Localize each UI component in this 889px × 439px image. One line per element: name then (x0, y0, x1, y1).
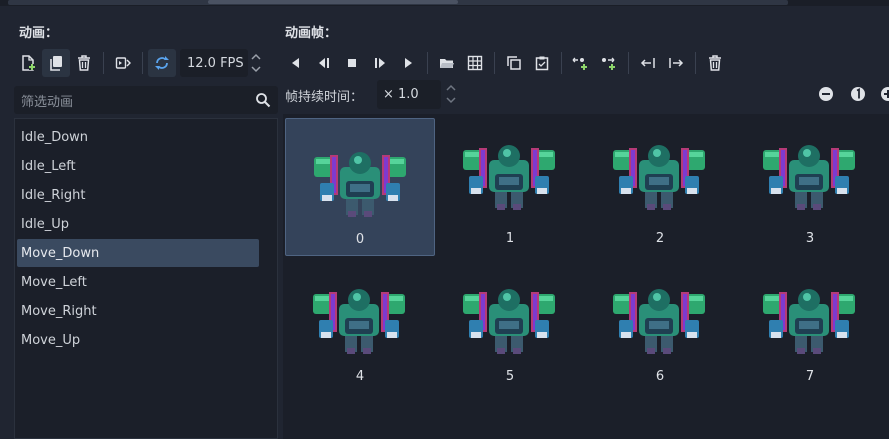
insert-frame-after-icon (602, 57, 615, 70)
loop-toggle-button[interactable] (148, 49, 176, 77)
frame-thumbnail[interactable]: 6 (585, 256, 735, 394)
chevron-up-icon[interactable] (446, 84, 456, 92)
animation-item-idle-left[interactable]: Idle_Left (17, 152, 259, 180)
search-placeholder: 筛选动画 (21, 94, 74, 110)
folder-open-icon (440, 59, 454, 68)
toolbar-separator (427, 52, 428, 74)
frame-duration-field[interactable]: × 1.0 (377, 80, 441, 109)
frame-index: 6 (655, 369, 665, 384)
frame-thumbnail[interactable]: 0 (285, 118, 435, 256)
new-animation-icon (22, 55, 35, 71)
delete-animation-icon (78, 55, 90, 71)
animation-filter-input[interactable]: 筛选动画 (14, 86, 278, 114)
insert-frame-before-icon (572, 57, 587, 70)
animation-item-move-right[interactable]: Move_Right (17, 297, 259, 325)
animation-item-move-down[interactable]: Move_Down (17, 239, 259, 267)
insert-frame-before-button[interactable] (567, 49, 595, 77)
robot-sprite-image (613, 289, 705, 354)
copy-frame-icon (507, 56, 521, 70)
frames-toolbar (282, 48, 729, 78)
zoom-reset-icon[interactable] (850, 86, 866, 102)
play-backwards-button[interactable] (282, 49, 310, 77)
play-from-start-button[interactable] (366, 49, 394, 77)
animation-item-move-up[interactable]: Move_Up (17, 326, 259, 354)
animation-item-idle-right[interactable]: Idle_Right (17, 181, 259, 209)
play-button[interactable] (394, 49, 422, 77)
frame-thumbnail[interactable]: 5 (435, 256, 585, 394)
zoom-out-icon[interactable] (818, 86, 834, 102)
frame-index: 1 (505, 231, 515, 246)
copy-frame-button[interactable] (500, 49, 528, 77)
toolbar-separator (494, 52, 495, 74)
robot-sprite-image (763, 145, 855, 210)
play-backwards-from-end-button[interactable] (310, 49, 338, 77)
robot-sprite-image (463, 145, 555, 210)
robot-sprite-image (763, 289, 855, 354)
stop-button[interactable] (338, 49, 366, 77)
frame-thumbnail[interactable]: 2 (585, 118, 735, 256)
chevron-down-icon[interactable] (446, 96, 456, 104)
autoplay-on-load-icon (115, 57, 131, 69)
animation-item-idle-up[interactable]: Idle_Up (17, 210, 259, 238)
horizontal-scrollbar[interactable] (8, 0, 788, 5)
add-from-sprite-sheet-button[interactable] (461, 49, 489, 77)
play-backwards-icon (292, 58, 299, 68)
frame-thumbnail[interactable]: 3 (735, 118, 885, 256)
robot-sprite-image (314, 152, 406, 217)
animation-frames-title: 动画帧： (285, 26, 338, 41)
animations-title: 动画： (19, 26, 59, 41)
search-icon (256, 93, 271, 108)
move-frame-right-button[interactable] (662, 49, 690, 77)
toolbar-separator (561, 52, 562, 74)
delete-animation-button[interactable] (70, 49, 98, 77)
frame-index: 5 (505, 369, 515, 384)
load-frames-button[interactable] (433, 49, 461, 77)
frame-index: 2 (655, 231, 665, 246)
frame-index: 7 (805, 369, 815, 384)
frame-thumbnail[interactable]: 4 (285, 256, 435, 394)
frame-duration-label: 帧持续时间： (285, 90, 364, 105)
move-frame-right-icon (669, 58, 684, 68)
duplicate-animation-button[interactable] (42, 49, 70, 77)
paste-frame-icon (535, 56, 549, 71)
frame-duration-stepper[interactable] (443, 80, 459, 108)
play-icon (405, 58, 412, 68)
autoplay-on-load-button[interactable] (109, 49, 137, 77)
frame-thumbnail[interactable]: 7 (735, 256, 885, 394)
top-scrollbar-strip (0, 0, 889, 6)
frame-index: 4 (355, 369, 365, 384)
frame-index: 0 (355, 232, 365, 247)
robot-sprite-image (463, 289, 555, 354)
scrollbar-thumb[interactable] (208, 0, 458, 4)
play-backwards-from-end-icon (319, 58, 329, 68)
loop-icon (155, 56, 169, 70)
chevron-down-icon[interactable] (251, 65, 261, 73)
move-frame-left-icon (640, 58, 655, 68)
toolbar-separator (103, 52, 104, 74)
animations-toolbar: 12.0 FPS (14, 48, 264, 78)
animation-item-idle-down[interactable]: Idle_Down (17, 123, 259, 151)
frame-thumbnail[interactable]: 1 (435, 118, 585, 256)
chevron-up-icon[interactable] (251, 53, 261, 61)
duplicate-animation-icon (50, 56, 62, 71)
frame-index: 3 (805, 231, 815, 246)
play-from-start-icon (375, 58, 385, 68)
delete-frame-button[interactable] (701, 49, 729, 77)
robot-sprite-image (613, 145, 705, 210)
new-animation-button[interactable] (14, 49, 42, 77)
move-frame-left-button[interactable] (634, 49, 662, 77)
robot-sprite-image (313, 289, 405, 354)
insert-frame-after-button[interactable] (595, 49, 623, 77)
toolbar-separator (695, 52, 696, 74)
fps-field[interactable]: 12.0 FPS (180, 49, 248, 77)
toolbar-separator (142, 52, 143, 74)
fps-stepper[interactable] (248, 49, 264, 77)
paste-frame-button[interactable] (528, 49, 556, 77)
animation-item-move-left[interactable]: Move_Left (17, 268, 259, 296)
delete-frame-icon (709, 55, 721, 71)
zoom-in-icon[interactable] (880, 86, 889, 102)
stop-icon (348, 59, 356, 67)
toolbar-separator (628, 52, 629, 74)
sprite-sheet-grid-icon (467, 55, 483, 71)
